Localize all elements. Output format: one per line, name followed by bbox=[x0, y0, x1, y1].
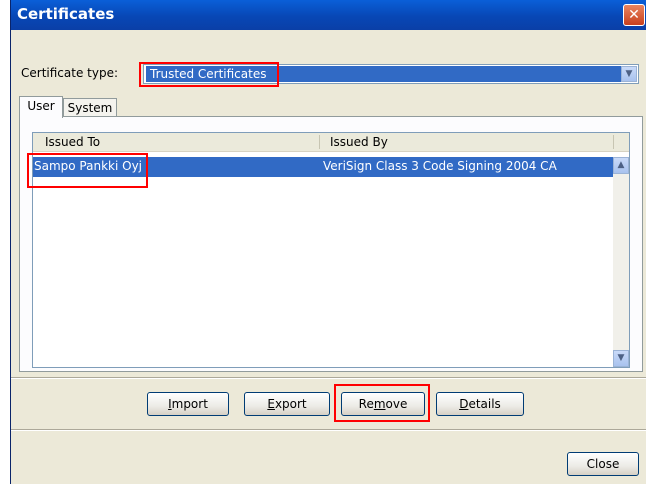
vertical-scrollbar[interactable]: ▲ ▼ bbox=[613, 157, 629, 367]
remove-button[interactable]: Remove bbox=[341, 392, 425, 416]
certificate-list[interactable]: Issued To Issued By Sampo Pankki Oyj Ver… bbox=[32, 132, 630, 368]
close-icon[interactable]: ✕ bbox=[623, 4, 645, 26]
remove-label-pre: Re bbox=[358, 397, 374, 411]
details-button[interactable]: Details bbox=[436, 392, 524, 416]
column-header-issued-to[interactable]: Issued To bbox=[45, 133, 100, 151]
tab-user[interactable]: User bbox=[19, 96, 63, 118]
table-row[interactable]: Sampo Pankki Oyj VeriSign Class 3 Code S… bbox=[33, 157, 615, 177]
column-divider[interactable] bbox=[319, 135, 320, 149]
window-title: Certificates bbox=[17, 5, 115, 23]
remove-mnemonic: m bbox=[373, 397, 386, 411]
list-header: Issued To Issued By bbox=[33, 133, 629, 152]
certificate-type-value: Trusted Certificates bbox=[146, 66, 622, 82]
export-button[interactable]: Export bbox=[244, 392, 330, 416]
divider bbox=[11, 429, 646, 431]
scroll-down-icon[interactable]: ▼ bbox=[613, 350, 629, 367]
import-button[interactable]: Import bbox=[147, 392, 229, 416]
tab-system[interactable]: System bbox=[63, 98, 117, 118]
scroll-up-icon[interactable]: ▲ bbox=[613, 157, 629, 174]
remove-label: ove bbox=[385, 397, 408, 411]
divider bbox=[11, 377, 646, 379]
details-label: etails bbox=[468, 397, 501, 411]
close-button[interactable]: Close bbox=[567, 452, 639, 476]
title-bar[interactable]: Certificates ✕ bbox=[11, 0, 646, 30]
import-label: mport bbox=[171, 397, 208, 411]
export-label: xport bbox=[274, 397, 307, 411]
column-header-issued-by[interactable]: Issued By bbox=[330, 133, 388, 151]
cell-issued-to: Sampo Pankki Oyj bbox=[34, 159, 143, 173]
column-divider[interactable] bbox=[613, 135, 614, 149]
export-mnemonic: E bbox=[267, 397, 275, 411]
certificate-type-label: Certificate type: bbox=[21, 66, 118, 80]
certificate-type-select[interactable]: Trusted Certificates ▼ bbox=[143, 64, 639, 84]
chevron-down-icon[interactable]: ▼ bbox=[621, 66, 637, 82]
certificates-dialog: Certificates ✕ Certificate type: Trusted… bbox=[10, 0, 646, 484]
cell-issued-by: VeriSign Class 3 Code Signing 2004 CA bbox=[323, 159, 557, 173]
